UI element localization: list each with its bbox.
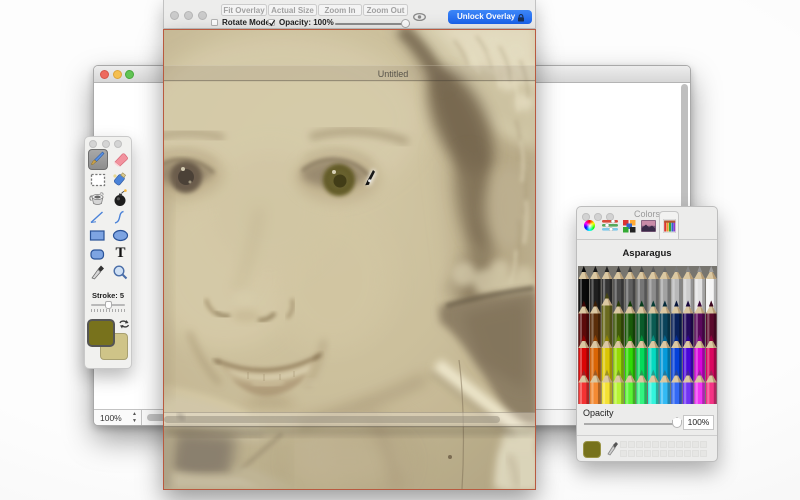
svg-text:Untitled: Untitled	[378, 69, 409, 79]
